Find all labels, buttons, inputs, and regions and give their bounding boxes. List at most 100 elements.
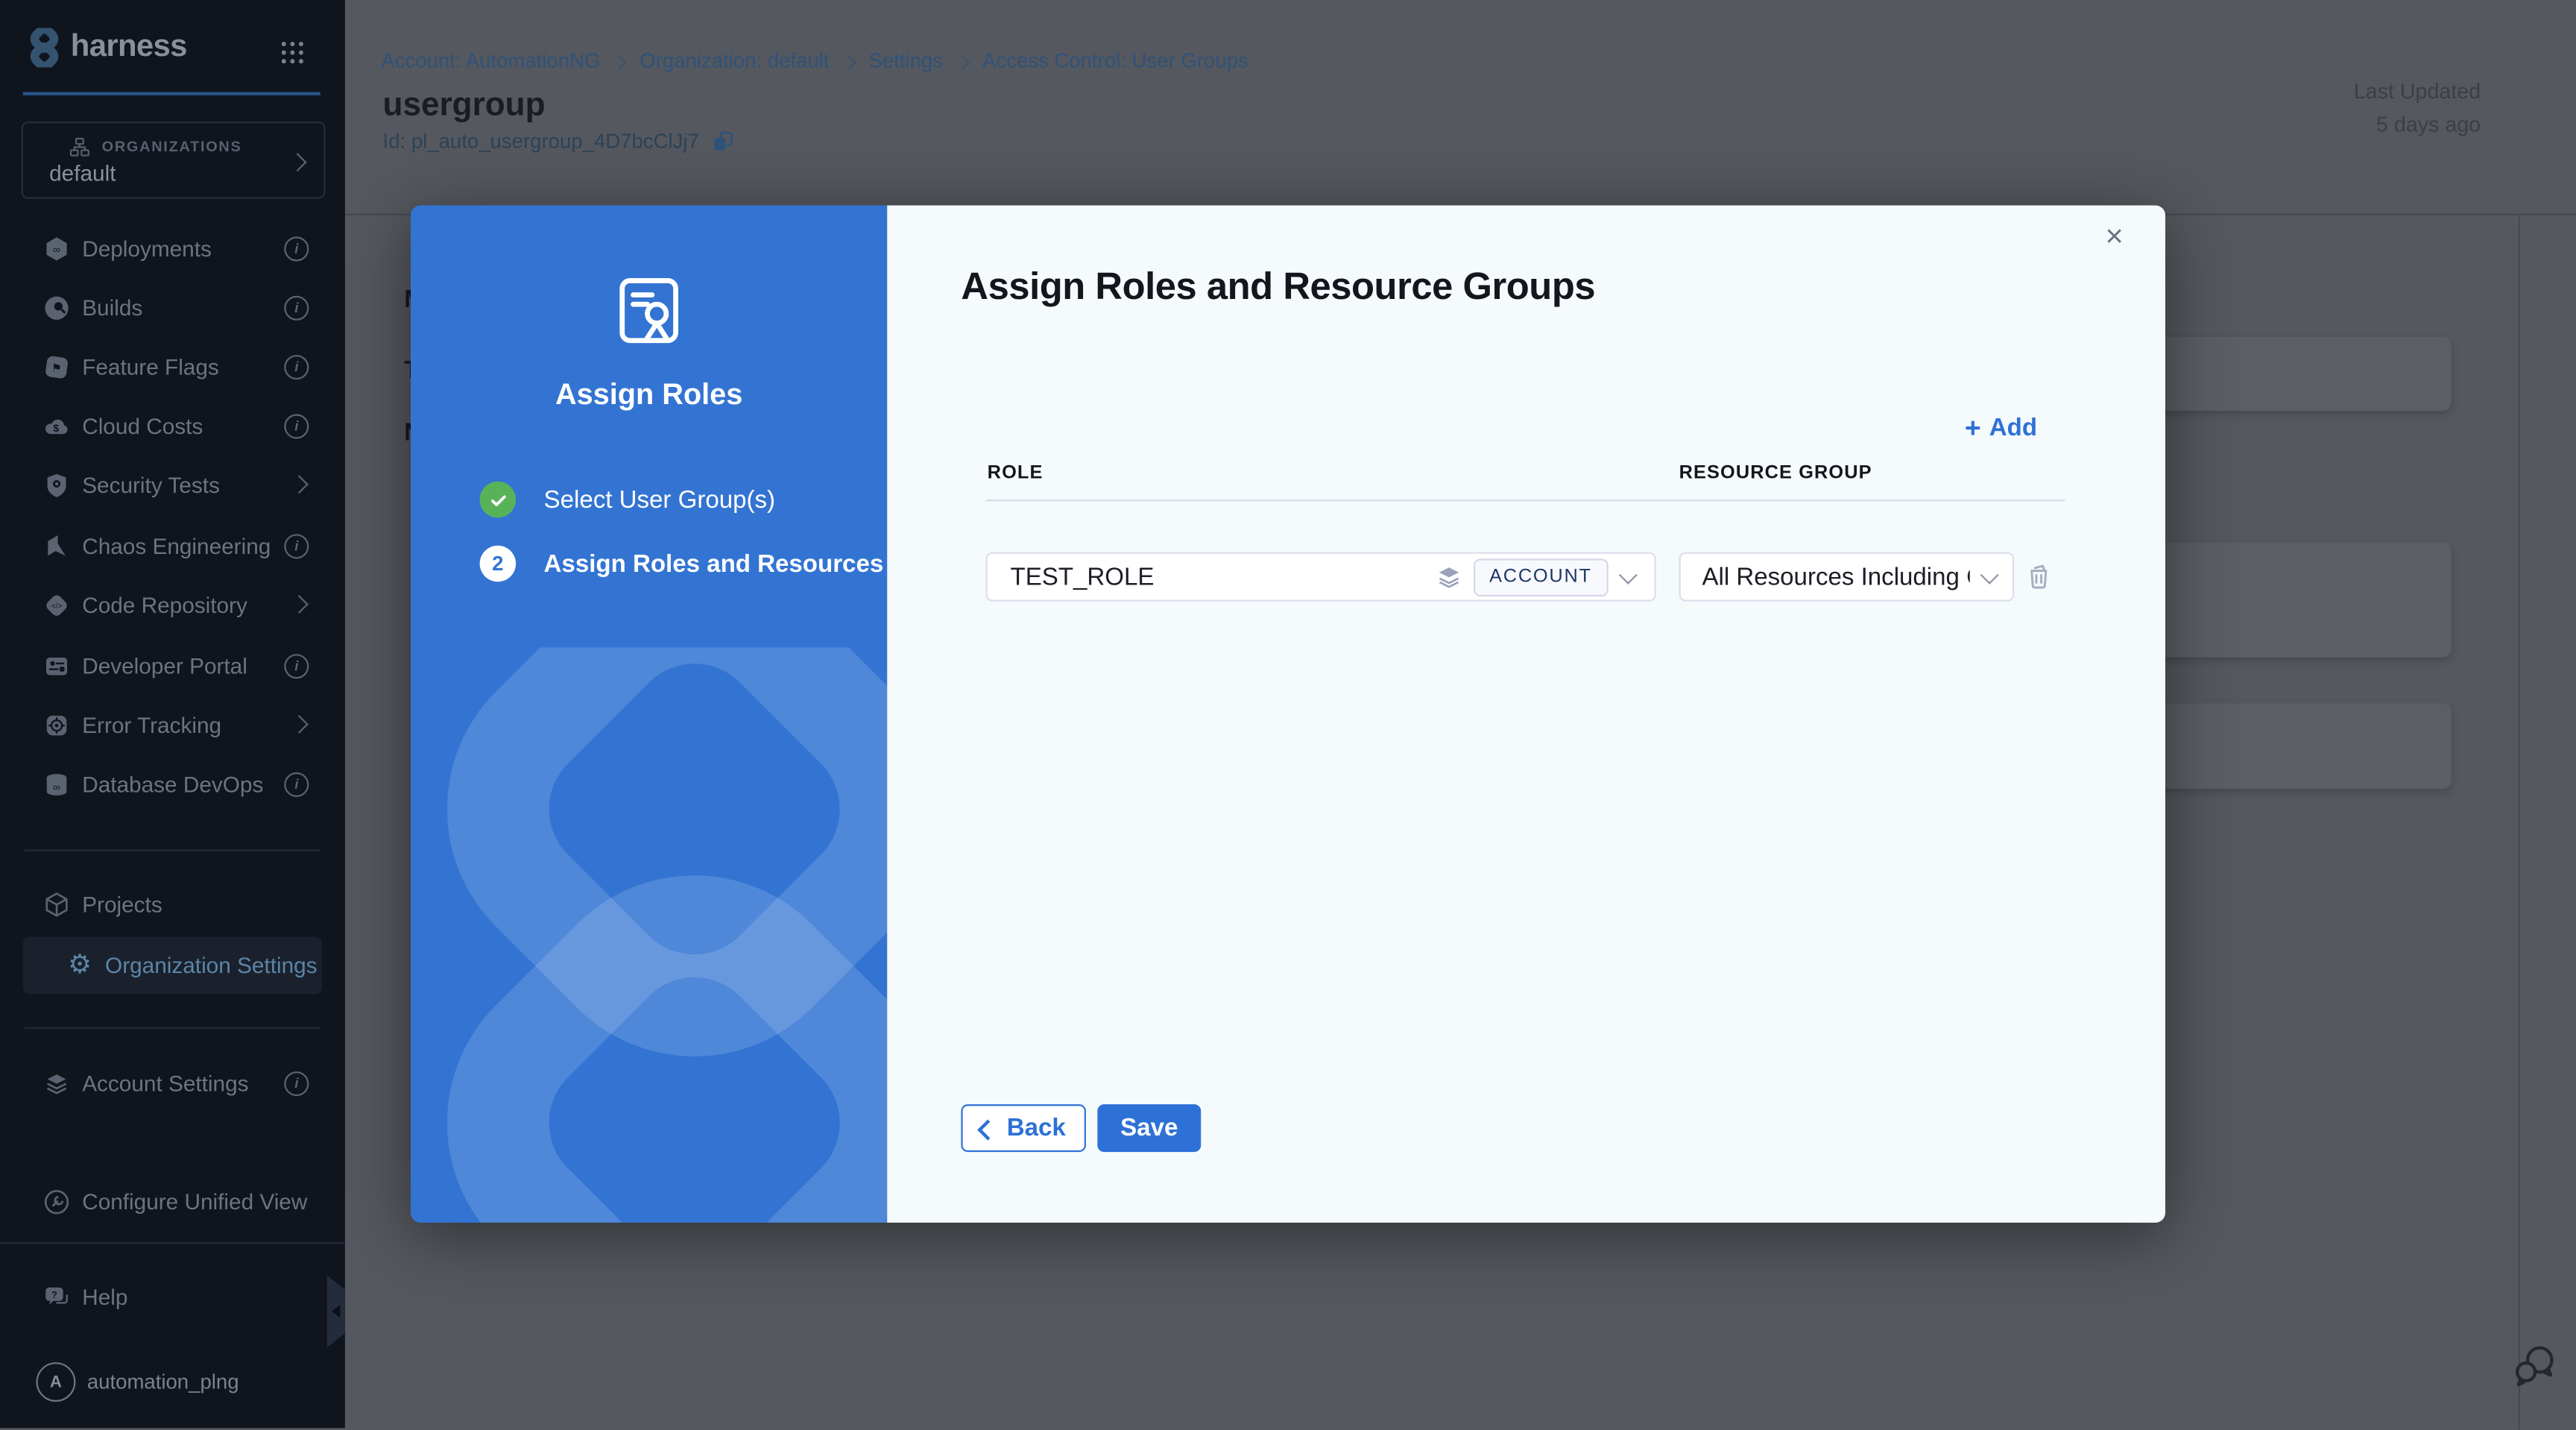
app-root: Account: AutomationNG Organization: defa… xyxy=(0,0,2576,1429)
chevron-down-icon xyxy=(1980,565,1999,584)
chevron-right-icon xyxy=(842,54,856,69)
logo-underline xyxy=(23,92,321,94)
projects-icon xyxy=(42,890,70,918)
chat-widget-icon[interactable] xyxy=(2509,1339,2560,1390)
sidebar-user[interactable]: A automation_plng xyxy=(0,1359,345,1405)
chevron-left-icon xyxy=(332,1305,340,1318)
chevron-right-icon xyxy=(288,154,305,171)
wizard-panel: Assign Roles Select User Group(s) 2 Assi… xyxy=(411,206,887,1223)
modal-title: Assign Roles and Resource Groups xyxy=(961,265,1595,309)
page-title: usergroup xyxy=(383,87,546,125)
last-updated-label: Last Updated xyxy=(2354,75,2481,108)
info-icon[interactable]: i xyxy=(284,772,309,796)
svg-text:∞: ∞ xyxy=(53,780,60,792)
gear-icon: ⚙ xyxy=(66,951,93,979)
assign-roles-badge-icon xyxy=(611,273,686,348)
step-number-badge: 2 xyxy=(480,546,516,582)
breadcrumb-settings[interactable]: Settings xyxy=(868,49,943,72)
role-column-header: ROLE xyxy=(988,464,1044,483)
chevron-right-icon xyxy=(613,54,627,69)
breadcrumb-access-control[interactable]: Access Control: User Groups xyxy=(982,49,1248,72)
chevron-right-icon xyxy=(289,716,306,733)
org-selector-label: ORGANIZATIONS xyxy=(102,138,242,154)
wizard-step-assign-roles[interactable]: 2 Assign Roles and Resources xyxy=(480,546,884,582)
svg-text:</>: </> xyxy=(51,602,63,610)
sidebar-item-cloud-costs[interactable]: $ Cloud Costs i xyxy=(0,404,345,447)
entity-id-row: Id: pl_auto_usergroup_4D7bcClJj7 xyxy=(383,130,734,153)
save-button[interactable]: Save xyxy=(1097,1104,1201,1152)
wrench-circle-icon xyxy=(42,1187,70,1215)
cloud-costs-icon: $ xyxy=(42,412,70,439)
chevron-down-icon xyxy=(1619,565,1638,584)
sidebar-item-configure-unified-view[interactable]: Configure Unified View xyxy=(0,1180,345,1223)
wizard-step-select-user-groups[interactable]: Select User Group(s) xyxy=(480,482,775,517)
org-hierarchy-icon xyxy=(69,136,91,158)
step-done-check-icon xyxy=(480,482,516,517)
sidebar-item-code-repository[interactable]: </> Code Repository xyxy=(0,583,345,626)
sidebar-item-account-settings[interactable]: Account Settings i xyxy=(0,1062,345,1104)
info-icon[interactable]: i xyxy=(284,413,309,438)
account-settings-icon xyxy=(42,1069,70,1097)
help-chat-icon: ? xyxy=(42,1282,70,1310)
deployments-icon: ∞ xyxy=(42,234,70,262)
info-icon[interactable]: i xyxy=(284,533,309,558)
sidebar: harness ORGANIZATIONS default xyxy=(0,0,345,1429)
harness-watermark xyxy=(411,647,887,1222)
svg-text:?: ? xyxy=(51,1288,57,1300)
assign-roles-modal: Assign Roles Select User Group(s) 2 Assi… xyxy=(411,206,2165,1223)
sidebar-item-organization-settings[interactable]: ⚙ Organization Settings xyxy=(23,936,322,994)
organization-selector[interactable]: ORGANIZATIONS default xyxy=(22,122,326,199)
resource-group-select[interactable]: All Resources Including C... xyxy=(1679,552,2015,602)
sidebar-item-feature-flags[interactable]: ⚑ Feature Flags i xyxy=(0,345,345,388)
copy-icon[interactable] xyxy=(710,130,733,153)
error-tracking-icon xyxy=(42,711,70,738)
info-icon[interactable]: i xyxy=(284,295,309,320)
logo-text: harness xyxy=(71,30,187,66)
content-right-divider xyxy=(2519,214,2520,1430)
chevron-left-icon xyxy=(979,1119,998,1138)
harness-logo-icon xyxy=(25,28,64,67)
modal-content-panel: × Assign Roles and Resource Groups + Add… xyxy=(887,206,2165,1223)
avatar: A xyxy=(36,1362,75,1402)
sidebar-item-builds[interactable]: Builds i xyxy=(0,286,345,329)
sidebar-item-projects[interactable]: Projects xyxy=(0,883,345,925)
resource-group-column-header: RESOURCE GROUP xyxy=(1679,464,1872,483)
sidebar-item-chaos-engineering[interactable]: Chaos Engineering i xyxy=(0,524,345,567)
sidebar-divider xyxy=(0,1242,345,1244)
info-icon[interactable]: i xyxy=(284,653,309,678)
scope-layers-icon xyxy=(1435,564,1461,590)
chevron-right-icon xyxy=(956,54,970,69)
info-icon[interactable]: i xyxy=(284,1071,309,1095)
table-header-divider xyxy=(985,500,2065,501)
breadcrumb: Account: AutomationNG Organization: defa… xyxy=(381,49,1248,72)
breadcrumb-organization[interactable]: Organization: default xyxy=(640,49,829,72)
info-icon[interactable]: i xyxy=(284,236,309,260)
sidebar-item-deployments[interactable]: ∞ Deployments i xyxy=(0,227,345,269)
back-button[interactable]: Back xyxy=(961,1104,1086,1152)
org-selector-value: default xyxy=(49,161,116,186)
security-tests-icon xyxy=(42,470,70,498)
sidebar-item-database-devops[interactable]: ∞ Database DevOps i xyxy=(0,763,345,805)
last-updated-value: 5 days ago xyxy=(2354,108,2481,141)
svg-text:∞: ∞ xyxy=(53,242,60,254)
entity-id: Id: pl_auto_usergroup_4D7bcClJj7 xyxy=(383,130,699,153)
role-select[interactable]: TEST_ROLE ACCOUNT xyxy=(985,552,1655,602)
sidebar-item-error-tracking[interactable]: Error Tracking xyxy=(0,703,345,746)
add-role-button[interactable]: + Add xyxy=(1965,414,2037,441)
delete-row-trash-icon[interactable] xyxy=(2024,561,2053,590)
builds-icon xyxy=(42,293,70,321)
app-grid-icon[interactable] xyxy=(277,38,307,68)
plus-icon: + xyxy=(1965,414,1981,441)
sidebar-item-developer-portal[interactable]: Developer Portal i xyxy=(0,644,345,687)
sidebar-item-help[interactable]: ? Help xyxy=(0,1275,345,1317)
info-icon[interactable]: i xyxy=(284,354,309,379)
logo: harness xyxy=(25,28,187,67)
scope-tag: ACCOUNT xyxy=(1473,558,1609,596)
feature-flags-icon: ⚑ xyxy=(42,353,70,380)
last-updated: Last Updated 5 days ago xyxy=(2354,75,2481,141)
close-icon[interactable]: × xyxy=(2093,217,2135,259)
database-devops-icon: ∞ xyxy=(42,770,70,798)
sidebar-item-security-tests[interactable]: Security Tests xyxy=(0,464,345,506)
breadcrumb-account[interactable]: Account: AutomationNG xyxy=(381,49,600,72)
chevron-right-icon xyxy=(289,596,306,613)
